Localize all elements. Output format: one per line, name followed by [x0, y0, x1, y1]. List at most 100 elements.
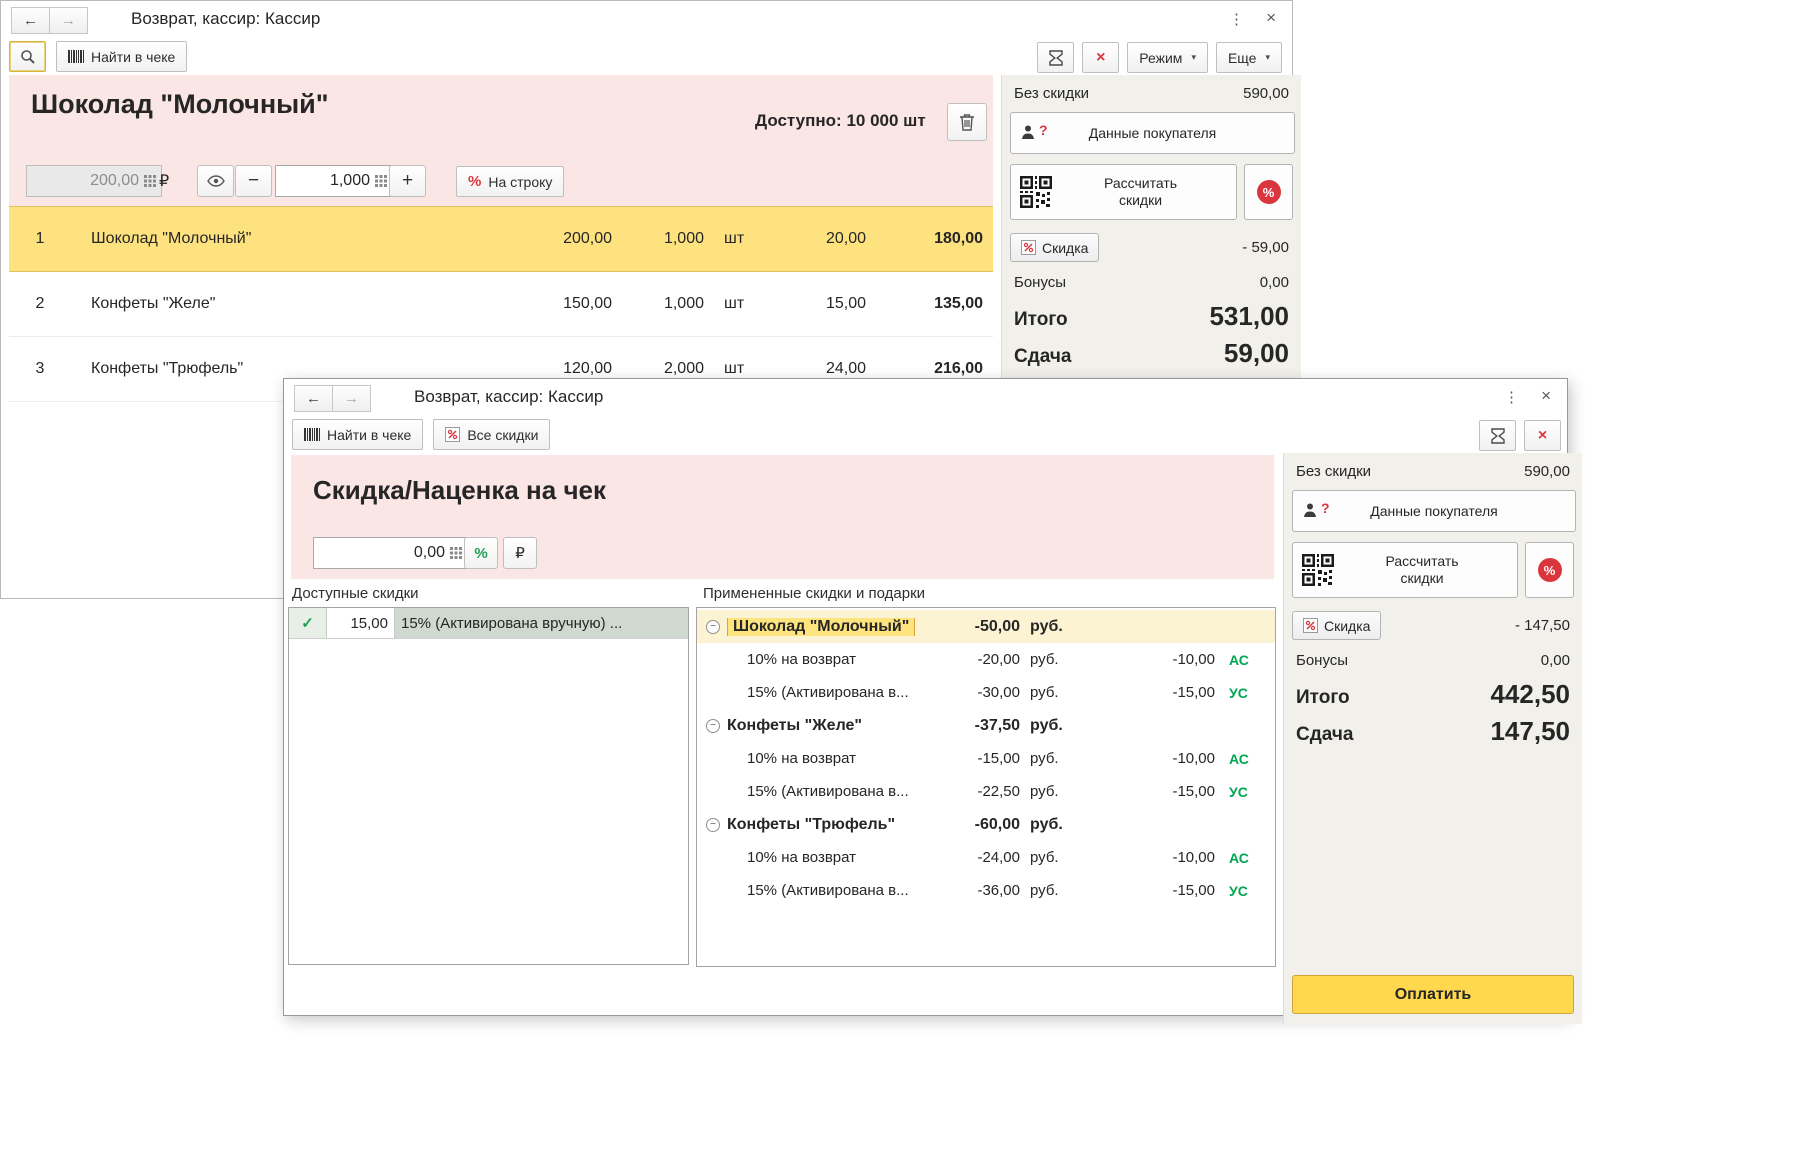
- forward-button[interactable]: →: [333, 385, 371, 412]
- search-button[interactable]: [9, 41, 46, 72]
- window-menu-icon[interactable]: ⋮: [1229, 10, 1245, 28]
- applied-discount-tag: АС: [1229, 750, 1249, 767]
- check-icon: ✓: [301, 615, 314, 632]
- delete-line-button[interactable]: [947, 103, 987, 141]
- line-discount-button[interactable]: % На строку: [456, 166, 565, 197]
- view-button[interactable]: [197, 165, 234, 197]
- applied-discount-unit: руб.: [1030, 783, 1059, 800]
- window-close-icon[interactable]: ×: [1541, 386, 1551, 406]
- collapse-icon[interactable]: −: [706, 619, 720, 634]
- receipt-row[interactable]: 1 Шоколад "Молочный" 200,00 1,000 шт 20,…: [9, 206, 993, 272]
- find-in-check-button[interactable]: Найти в чеке: [56, 41, 188, 72]
- titlebar: ← → Возврат, кассир: Кассир ⋮ ×: [284, 379, 1567, 416]
- total-value: 442,50: [1490, 679, 1570, 709]
- discount-amount-input[interactable]: 0,00: [313, 537, 468, 569]
- row-total: 135,00: [934, 295, 983, 312]
- toolbar-right: ×: [1479, 420, 1561, 451]
- nav-buttons: ← →: [11, 7, 88, 34]
- product-name: Шоколад "Молочный": [31, 89, 329, 119]
- wait-button[interactable]: [1479, 420, 1516, 451]
- keypad-icon[interactable]: [450, 547, 462, 559]
- window-close-icon[interactable]: ×: [1266, 8, 1276, 28]
- red-close-icon: ×: [1537, 426, 1548, 444]
- applied-group-unit: руб.: [1030, 716, 1063, 734]
- applied-discount-row[interactable]: 15% (Активирована в... -36,00 руб. -15,0…: [697, 874, 1275, 907]
- nav-buttons: ← →: [294, 385, 371, 412]
- available-discount-value: 15,00: [327, 608, 395, 638]
- discount-button[interactable]: Скидка: [1010, 233, 1100, 262]
- applied-discount-row[interactable]: 15% (Активирована в... -22,50 руб. -15,0…: [697, 775, 1275, 808]
- back-button[interactable]: ←: [294, 385, 333, 412]
- applied-discount-name: 10% на возврат: [747, 651, 857, 668]
- percent-icon: %: [468, 173, 482, 190]
- eye-icon: [206, 175, 225, 187]
- back-arrow-icon: ←: [306, 390, 321, 407]
- applied-discount-unit: руб.: [1030, 882, 1059, 899]
- manual-discount-button[interactable]: %: [1525, 542, 1574, 598]
- applied-discount-row[interactable]: 10% на возврат -15,00 руб. -10,00 АС: [697, 742, 1275, 775]
- available-discounts-panel: ✓ 15,00 15% (Активирована вручную) ...: [288, 607, 689, 965]
- calculate-discounts-button[interactable]: Рассчитать скидки: [1292, 542, 1518, 598]
- applied-discount-tag: УС: [1229, 882, 1248, 899]
- applied-discount-row[interactable]: 10% на возврат -20,00 руб. -10,00 АС: [697, 643, 1275, 676]
- ruble-mode-button[interactable]: ₽: [503, 537, 537, 569]
- barcode-icon: [68, 50, 84, 63]
- quantity-input[interactable]: 1,000: [275, 165, 393, 197]
- wait-button[interactable]: [1037, 42, 1075, 73]
- collapse-icon[interactable]: −: [706, 817, 720, 832]
- customer-data-button[interactable]: ? Данные покупателя: [1292, 490, 1576, 532]
- find-in-check-label: Найти в чеке: [327, 426, 412, 443]
- keypad-icon[interactable]: [375, 175, 387, 187]
- applied-discounts-label: Примененные скидки и подарки: [703, 585, 926, 602]
- applied-discount-row[interactable]: 15% (Активирована в... -30,00 руб. -15,0…: [697, 676, 1275, 709]
- window-menu-icon[interactable]: ⋮: [1504, 388, 1520, 406]
- find-in-check-button[interactable]: Найти в чеке: [292, 419, 424, 450]
- decrease-quantity-button[interactable]: −: [235, 165, 272, 197]
- receipt-row[interactable]: 2 Конфеты "Желе" 150,00 1,000 шт 15,00 1…: [9, 272, 993, 337]
- applied-discount-unit: руб.: [1030, 750, 1059, 767]
- product-header: Шоколад "Молочный" Доступно: 10 000 шт 2…: [9, 75, 993, 206]
- hourglass-icon: [1049, 49, 1063, 66]
- keypad-icon[interactable]: [144, 175, 156, 187]
- pay-button[interactable]: Оплатить: [1292, 975, 1574, 1014]
- percent-icon: %: [474, 544, 488, 562]
- discount-icon: [1303, 618, 1318, 633]
- titlebar: ← → Возврат, кассир: Кассир ⋮ ×: [1, 1, 1292, 38]
- more-button[interactable]: Еще ▾: [1215, 42, 1282, 73]
- applied-discount-percent: -10,00: [1172, 849, 1215, 866]
- cancel-button[interactable]: ×: [1524, 420, 1561, 451]
- applied-discount-row[interactable]: 10% на возврат -24,00 руб. -10,00 АС: [697, 841, 1275, 874]
- increase-quantity-button[interactable]: +: [389, 165, 426, 197]
- percent-mode-button[interactable]: %: [464, 537, 498, 569]
- collapse-icon[interactable]: −: [706, 718, 720, 733]
- available-discount-row[interactable]: ✓ 15,00 15% (Активирована вручную) ...: [289, 608, 688, 639]
- applied-group-row[interactable]: − Шоколад "Молочный" -50,00 руб.: [697, 610, 1275, 643]
- minus-icon: −: [247, 170, 260, 191]
- discount-button[interactable]: Скидка: [1292, 611, 1382, 640]
- price-input[interactable]: 200,00: [26, 165, 162, 197]
- discount-title: Скидка/Наценка на чек: [313, 475, 607, 505]
- discount-header: Скидка/Наценка на чек 0,00 % ₽: [291, 455, 1274, 579]
- applied-group-row[interactable]: − Конфеты "Трюфель" -60,00 руб.: [697, 808, 1275, 841]
- applied-group-row[interactable]: − Конфеты "Желе" -37,50 руб.: [697, 709, 1275, 742]
- toolbar-right: × Режим ▾ Еще ▾: [1037, 42, 1282, 73]
- applied-discounts-panel: − Шоколад "Молочный" -50,00 руб. 10% на …: [696, 607, 1276, 967]
- ruble-icon: ₽: [159, 173, 170, 190]
- back-button[interactable]: ←: [11, 7, 50, 34]
- cancel-button[interactable]: ×: [1082, 42, 1120, 73]
- forward-button[interactable]: →: [50, 7, 88, 34]
- all-discounts-button[interactable]: Все скидки: [433, 419, 551, 450]
- discount-button-label: Скидка: [1042, 239, 1089, 256]
- calculate-discounts-button[interactable]: Рассчитать скидки: [1010, 164, 1237, 220]
- search-icon: [20, 49, 35, 64]
- summary-panel: Без скидки 590,00 ? Данные покупателя Ра…: [1283, 453, 1582, 1024]
- row-product-name: Конфеты "Трюфель": [91, 360, 244, 377]
- row-unit: шт: [724, 230, 745, 247]
- receipt-table: 1 Шоколад "Молочный" 200,00 1,000 шт 20,…: [9, 206, 993, 402]
- mode-button[interactable]: Режим ▾: [1127, 42, 1208, 73]
- customer-data-button[interactable]: ? Данные покупателя: [1010, 112, 1295, 154]
- qr-code-icon: [1020, 176, 1052, 208]
- manual-discount-button[interactable]: %: [1244, 164, 1293, 220]
- percent-circle-icon: %: [1256, 180, 1281, 204]
- applied-discount-percent: -10,00: [1172, 750, 1215, 767]
